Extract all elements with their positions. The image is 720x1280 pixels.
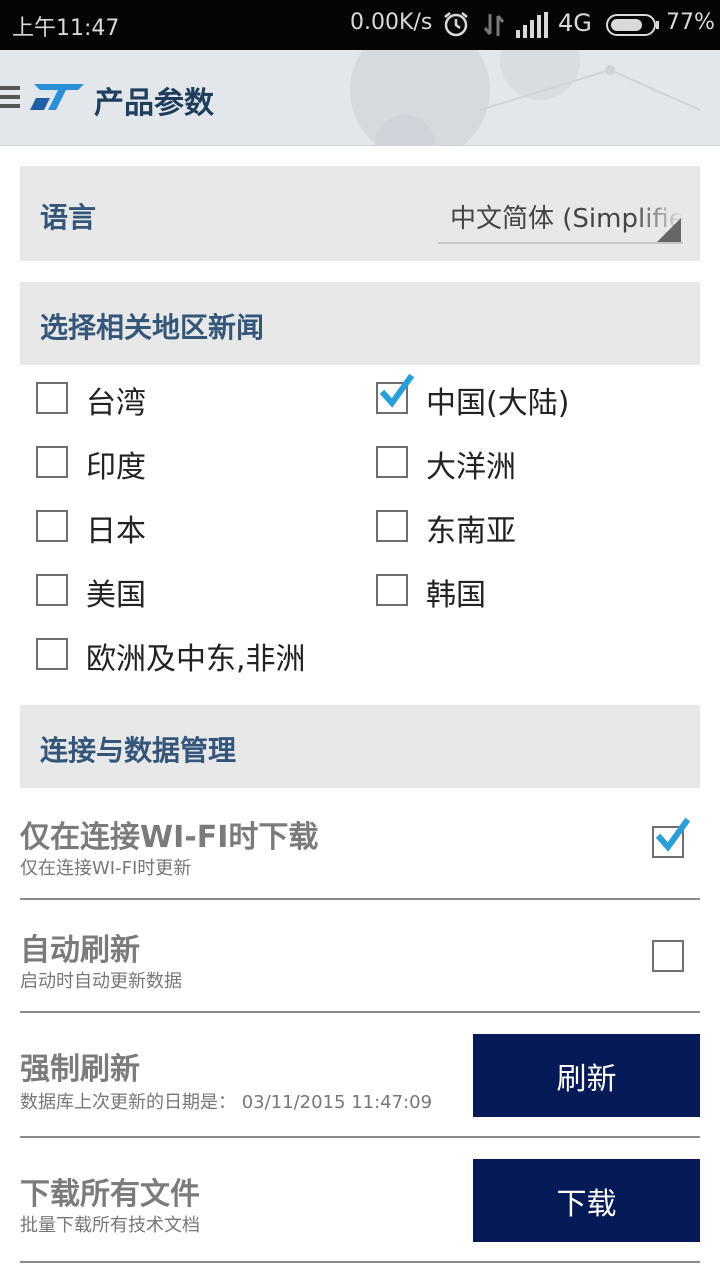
region-checkbox[interactable] xyxy=(376,574,408,606)
region-item-oceania[interactable]: 大洋洲 xyxy=(376,444,676,485)
language-label: 语言 xyxy=(40,201,97,234)
region-label: 东南亚 xyxy=(426,514,516,549)
news-region-header: 选择相关地区新闻 xyxy=(20,282,700,365)
network-type: 4G xyxy=(558,9,592,37)
region-item-china[interactable]: 中国(大陆) xyxy=(376,373,676,421)
region-checkbox[interactable] xyxy=(376,446,408,478)
region-checkbox[interactable] xyxy=(376,510,408,542)
region-item-taiwan[interactable]: 台湾 xyxy=(36,380,336,421)
status-net-speed: 0.00K/s xyxy=(350,10,433,35)
region-item-emea[interactable]: 欧洲及中东,非洲 xyxy=(36,636,436,677)
region-item-southeast-asia[interactable]: 东南亚 xyxy=(376,508,676,549)
region-checkbox[interactable] xyxy=(36,638,68,670)
region-item-india[interactable]: 印度 xyxy=(36,444,336,485)
region-label: 中国(大陆) xyxy=(426,386,570,421)
data-transfer-icon xyxy=(483,14,505,36)
region-label: 大洋洲 xyxy=(426,450,516,485)
checkmark-icon xyxy=(379,373,414,408)
wifi-only-row[interactable]: 仅在连接WI-FI时下载 仅在连接WI-FI时更新 xyxy=(20,812,700,902)
connection-header: 连接与数据管理 xyxy=(20,705,700,788)
region-checkbox[interactable] xyxy=(36,574,68,606)
news-region-title: 选择相关地区新闻 xyxy=(40,311,265,344)
page-title: 产品参数 xyxy=(94,86,214,121)
auto-refresh-subtitle: 启动时自动更新数据 xyxy=(20,971,182,992)
auto-refresh-title: 自动刷新 xyxy=(20,933,140,968)
download-all-row: 下载所有文件 批量下载所有技术文档 下载 xyxy=(20,1159,700,1264)
checkmark-icon xyxy=(655,817,690,852)
region-checkbox[interactable] xyxy=(36,510,68,542)
region-label: 美国 xyxy=(86,578,146,613)
force-refresh-title: 强制刷新 xyxy=(20,1052,140,1087)
hamburger-menu-icon[interactable] xyxy=(0,84,22,110)
refresh-button[interactable]: 刷新 xyxy=(473,1034,700,1117)
dropdown-arrow-icon xyxy=(657,218,681,242)
battery-percent: 77% xyxy=(666,10,715,35)
region-item-japan[interactable]: 日本 xyxy=(36,508,336,549)
region-checkbox[interactable] xyxy=(36,446,68,478)
force-refresh-row: 强制刷新 数据库上次更新的日期是： 03/11/2015 11:47:09 刷新 xyxy=(20,1034,700,1139)
download-all-title: 下载所有文件 xyxy=(20,1177,200,1212)
row-divider xyxy=(20,1136,700,1138)
last-update-text: 数据库上次更新的日期是： 03/11/2015 11:47:09 xyxy=(20,1092,433,1113)
row-divider xyxy=(20,1261,700,1263)
region-item-korea[interactable]: 韩国 xyxy=(376,572,676,613)
download-all-subtitle: 批量下载所有技术文档 xyxy=(20,1215,200,1236)
region-label: 日本 xyxy=(86,514,146,549)
download-button[interactable]: 下载 xyxy=(473,1159,700,1242)
status-bar: 上午11:47 0.00K/s 4G 77% xyxy=(0,0,720,50)
connection-title: 连接与数据管理 xyxy=(40,734,237,767)
region-item-usa[interactable]: 美国 xyxy=(36,572,336,613)
auto-refresh-row[interactable]: 自动刷新 启动时自动更新数据 xyxy=(20,925,700,1015)
region-label: 欧洲及中东,非洲 xyxy=(86,642,306,677)
app-toolbar: 产品参数 xyxy=(0,50,720,146)
region-label: 韩国 xyxy=(426,578,486,613)
language-dropdown[interactable]: 中文简体 (Simplified) xyxy=(438,196,683,244)
row-divider xyxy=(20,898,700,900)
region-checkbox[interactable] xyxy=(36,382,68,414)
region-label: 台湾 xyxy=(86,386,146,421)
st-logo xyxy=(30,84,84,110)
wifi-only-subtitle: 仅在连接WI-FI时更新 xyxy=(20,858,192,879)
battery-icon xyxy=(606,14,659,36)
settings-page: 上午11:47 0.00K/s 4G 77% 产品参数 语言 中文简体 (Sim… xyxy=(0,0,720,1280)
language-setting: 语言 中文简体 (Simplified) xyxy=(20,166,700,261)
wifi-only-title: 仅在连接WI-FI时下载 xyxy=(20,820,319,855)
toolbar-background-art xyxy=(350,50,701,145)
signal-strength-icon xyxy=(516,12,548,38)
alarm-icon xyxy=(444,12,468,37)
status-time: 上午11:47 xyxy=(12,16,120,41)
auto-refresh-checkbox[interactable] xyxy=(652,940,684,972)
region-label: 印度 xyxy=(86,450,146,485)
row-divider xyxy=(20,1011,700,1013)
